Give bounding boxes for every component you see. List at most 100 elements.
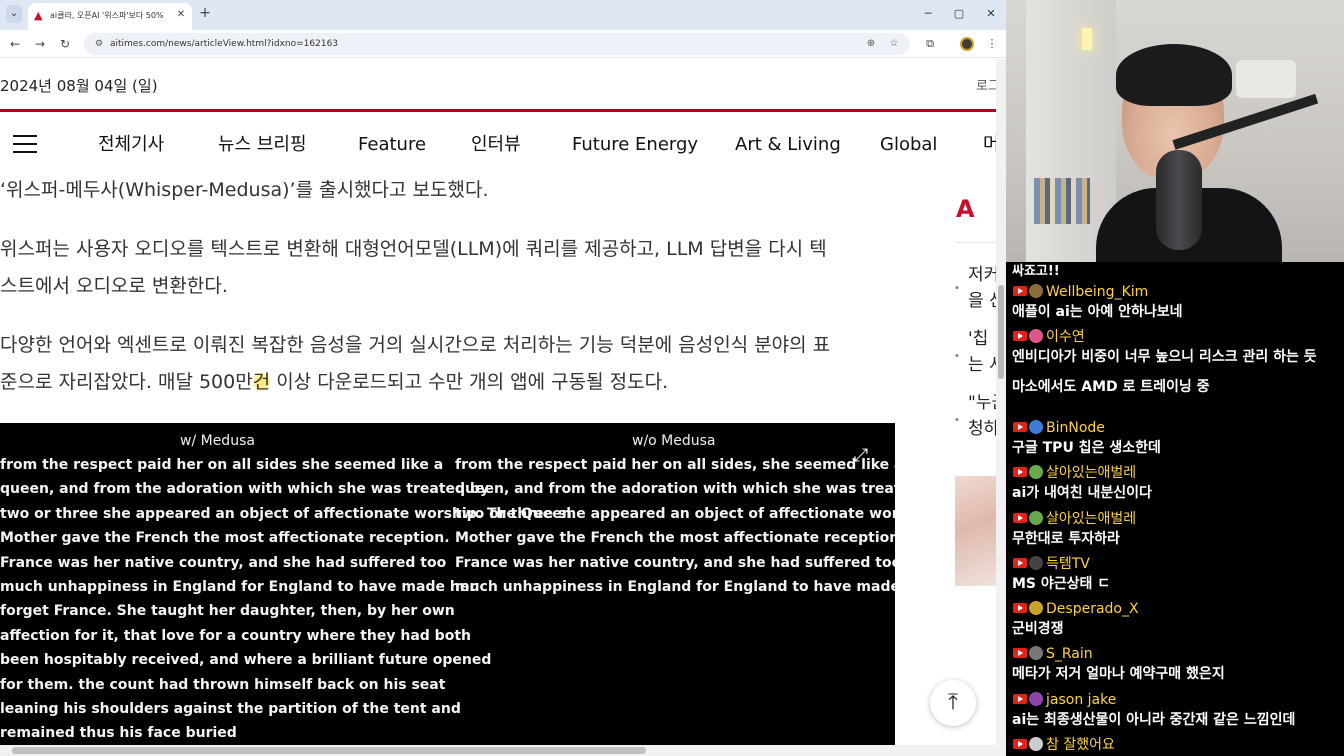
nav-art-living[interactable]: Art & Living bbox=[735, 133, 841, 157]
avatar bbox=[1029, 646, 1043, 661]
maximize-button[interactable]: ▢ bbox=[951, 6, 967, 22]
chat-message: 참 잘했어요tsmc서 케파 안 늘려줌 bbox=[1012, 735, 1342, 756]
youtube-icon bbox=[1013, 286, 1027, 296]
hamburger-menu-icon[interactable] bbox=[13, 135, 37, 153]
aitimes-favicon-icon: ▲ bbox=[34, 9, 43, 22]
chat-user-row: jason jake bbox=[1012, 690, 1342, 710]
chat-message: 이수연 엔비디아가 비중이 너무 높으니 리스크 관리 하는 듯 bbox=[1012, 327, 1342, 367]
article-paragraph: ‘위스퍼-메두사(Whisper-Medusa)’를 출시했다고 보도했다. bbox=[0, 179, 489, 201]
live-chat: 싸죠고!! Wellbeing_Kim 애플이 ai는 아예 안하나보네이수연 엔비… bbox=[1006, 262, 1344, 756]
reload-icon[interactable]: ↻ bbox=[57, 36, 73, 52]
nav-more[interactable]: 머 bbox=[983, 133, 996, 157]
horizontal-scroll-thumb[interactable] bbox=[12, 747, 646, 754]
chat-username[interactable]: Wellbeing_Kim bbox=[1046, 283, 1148, 301]
video-right-header: w/o Medusa bbox=[632, 433, 716, 449]
avatar bbox=[1029, 555, 1043, 570]
nav-interview[interactable]: 인터뷰 bbox=[471, 133, 521, 157]
youtube-icon bbox=[1013, 467, 1027, 478]
chat-user-row: 살아있는애벌레 bbox=[1012, 509, 1342, 529]
chat-username[interactable]: jason jake bbox=[1046, 691, 1116, 709]
browser-tab[interactable]: ▲ ai클라, 오픈AI '위스파'보다 50% ✕ bbox=[28, 3, 192, 30]
minimize-button[interactable]: ─ bbox=[920, 6, 936, 22]
chat-user-row: BinNode bbox=[1012, 418, 1342, 438]
chat-message: 득템TV MS 야근상태 ㄷ bbox=[1012, 554, 1342, 594]
nav-news-briefing[interactable]: 뉴스 브리핑 bbox=[218, 133, 307, 157]
back-arrow-icon[interactable]: ← bbox=[7, 36, 23, 52]
chat-username[interactable]: Desperado_X bbox=[1046, 600, 1139, 618]
date-line: 2024년 08월 04일 (일) bbox=[0, 77, 158, 95]
video-right-transcript: from the respect paid her on all sides, … bbox=[455, 453, 895, 599]
chat-user-row: 참 잘했어요 bbox=[1012, 735, 1342, 755]
zoom-icon[interactable]: ⊕ bbox=[864, 37, 878, 51]
nav-feature[interactable]: Feature bbox=[358, 133, 426, 157]
site-info-icon[interactable]: ⚙ bbox=[92, 37, 106, 51]
youtube-icon bbox=[1013, 693, 1027, 704]
sidebar-headline[interactable]: 저커 bbox=[968, 263, 996, 287]
expand-icon[interactable]: ⤢ bbox=[850, 445, 872, 467]
vertical-scroll-thumb[interactable] bbox=[998, 285, 1004, 379]
chat-message-text: 구글 TPU 칩은 생소한데 bbox=[1012, 439, 1161, 456]
chat-message: 살아있는애벌레 ai가 내여친 내분신이다 bbox=[1012, 463, 1342, 503]
vertical-scrollbar[interactable] bbox=[996, 59, 1006, 745]
nav-future-energy[interactable]: Future Energy bbox=[572, 133, 698, 157]
youtube-icon bbox=[1013, 648, 1027, 659]
bookmark-star-icon[interactable]: ☆ bbox=[887, 37, 901, 51]
sidebar-headline[interactable]: 을 선 bbox=[968, 289, 996, 313]
close-window-button[interactable]: ✕ bbox=[983, 6, 999, 22]
nav-all-articles[interactable]: 전체기사 bbox=[98, 133, 164, 157]
address-bar[interactable]: ⚙ aitimes.com/news/articleView.html?idxn… bbox=[84, 33, 910, 55]
new-tab-button[interactable]: + bbox=[198, 5, 212, 21]
video-left-transcript: from the respect paid her on all sides s… bbox=[0, 453, 572, 745]
nav-global[interactable]: Global bbox=[880, 133, 937, 157]
sidebar-headline[interactable]: '칩 bbox=[968, 327, 988, 351]
chat-message-text: MS 야근상태 ㄷ bbox=[1012, 575, 1111, 592]
sidebar-headline[interactable]: "누군 bbox=[968, 391, 996, 415]
browser-toolbar: ← → ↻ ⚙ aitimes.com/news/articleView.htm… bbox=[0, 30, 1006, 58]
tab-close-icon[interactable]: ✕ bbox=[174, 8, 188, 22]
avatar bbox=[1029, 284, 1043, 298]
sidebar-headline[interactable]: 는 서 bbox=[968, 353, 996, 377]
scroll-to-top-button[interactable]: ⤒ bbox=[930, 680, 976, 726]
demo-video[interactable]: w/ Medusa w/o Medusa from the respect pa… bbox=[0, 423, 895, 745]
chat-message-text: ai는 최종생산물이 아니라 중간재 같은 느낌인데 bbox=[1012, 711, 1296, 728]
login-link[interactable]: 로그 bbox=[976, 75, 996, 94]
tab-strip: ⌄ ▲ ai클라, 오픈AI '위스파'보다 50% ✕ + ─ ▢ ✕ bbox=[0, 0, 1006, 30]
article-text: 준으로 자리잡았다. 매달 500만 bbox=[0, 371, 253, 393]
chat-message-text: 군비경쟁 bbox=[1012, 621, 1064, 638]
transcript-line: two or three she appeared an object of a… bbox=[0, 505, 572, 522]
chat-clipped-message: 싸죠고!! bbox=[1012, 264, 1060, 279]
tab-search-icon[interactable]: ⌄ bbox=[6, 5, 22, 23]
sidebar-column: A • 저커 을 선 • '칩 는 서 • "누군 청하 bbox=[948, 179, 996, 745]
chat-username[interactable]: BinNode bbox=[1046, 419, 1105, 437]
transcript-line: from the respect paid her on all sides s… bbox=[0, 457, 444, 473]
sidebar-thumbnail[interactable] bbox=[955, 476, 996, 586]
chat-message-text: 애플이 ai는 아예 안하나보네 bbox=[1012, 304, 1183, 320]
chat-message: BinNode 구글 TPU 칩은 생소한데 bbox=[1012, 418, 1342, 458]
web-page: 2024년 08월 04일 (일) 로그 전체기사 뉴스 브리핑 Feature… bbox=[0, 59, 996, 745]
chat-message: 살아있는애벌레 무한대로 투자하라 bbox=[1012, 509, 1342, 549]
transcript-line: much unhappiness in England for England … bbox=[455, 579, 895, 596]
transcript-line: Mother gave the French the most affectio… bbox=[0, 530, 450, 547]
chat-user-row: 득템TV bbox=[1012, 554, 1342, 574]
aitimes-logo: A bbox=[956, 195, 975, 223]
youtube-icon bbox=[1013, 421, 1027, 432]
chat-username[interactable]: 살아있는애벌레 bbox=[1046, 464, 1136, 482]
youtube-icon bbox=[1013, 331, 1027, 342]
horizontal-scrollbar[interactable] bbox=[0, 745, 1006, 756]
sidebar-headline[interactable]: 청하 bbox=[968, 417, 996, 441]
forward-arrow-icon[interactable]: → bbox=[32, 36, 48, 52]
menu-dots-icon[interactable]: ⋮ bbox=[984, 36, 1000, 52]
chat-username[interactable]: 득템TV bbox=[1046, 555, 1090, 573]
transcript-line: much unhappiness in England for England … bbox=[0, 579, 477, 596]
wall-decoration bbox=[1236, 60, 1296, 98]
transcript-line: leaning his shoulders against the partit… bbox=[0, 701, 461, 718]
extensions-icon[interactable]: ⧉ bbox=[922, 36, 938, 52]
chat-username[interactable]: 이수연 bbox=[1046, 328, 1085, 346]
streamer-webcam bbox=[1006, 0, 1344, 262]
profile-avatar[interactable] bbox=[960, 37, 974, 51]
chat-user-row: S_Rain bbox=[1012, 644, 1342, 664]
url-text[interactable]: aitimes.com/news/articleView.html?idxno=… bbox=[110, 38, 338, 50]
chat-username[interactable]: S_Rain bbox=[1046, 645, 1093, 663]
chat-username[interactable]: 살아있는애벌레 bbox=[1046, 510, 1136, 528]
chat-username[interactable]: 참 잘했어요 bbox=[1046, 736, 1115, 754]
